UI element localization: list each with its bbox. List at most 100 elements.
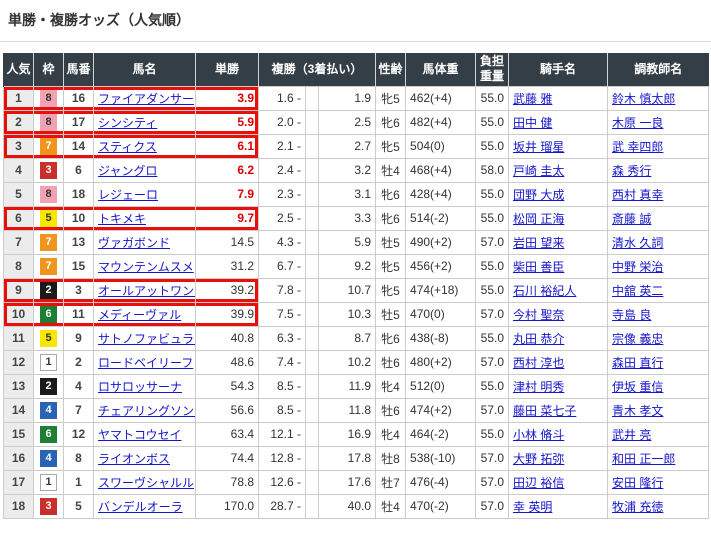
bracket-cell: 1: [34, 350, 64, 374]
trainer-link[interactable]: 牧浦 充徳: [612, 500, 663, 514]
trainer-link[interactable]: 森 秀行: [612, 164, 651, 178]
trainer-link[interactable]: 清水 久詞: [612, 236, 663, 250]
carried-weight-cell: 55.0: [476, 422, 509, 446]
place-odds-separator-cell: [306, 374, 319, 398]
jockey-link[interactable]: 岩田 望来: [513, 236, 564, 250]
horse-name-link[interactable]: メディーヴァル: [98, 308, 181, 322]
jockey-link[interactable]: 田中 健: [513, 116, 552, 130]
bracket-cell: 4: [34, 446, 64, 470]
horse-weight-cell: 456(+2): [406, 254, 476, 278]
trainer-cell: 清水 久詞: [608, 230, 709, 254]
rank-cell: 14: [4, 398, 34, 422]
carried-weight-cell: 55.0: [476, 254, 509, 278]
horse-name-link[interactable]: オールアットワンス: [98, 284, 196, 298]
jockey-link[interactable]: 今村 聖奈: [513, 308, 564, 322]
horse-name-link[interactable]: ヴァガボンド: [98, 236, 170, 250]
horse-name-link[interactable]: シンシティ: [98, 116, 157, 130]
jockey-link[interactable]: 丸田 恭介: [513, 332, 564, 346]
place-odds-low-cell: 1.6 -: [259, 86, 306, 110]
jockey-link[interactable]: 津村 明秀: [513, 380, 564, 394]
trainer-cell: 伊坂 重信: [608, 374, 709, 398]
horse-name-cell: ファイアダンサー: [94, 86, 196, 110]
horse-name-link[interactable]: スワーヴシャルル: [98, 476, 194, 490]
trainer-link[interactable]: 寺島 良: [612, 308, 651, 322]
horse-name-link[interactable]: ジャングロ: [98, 164, 157, 178]
jockey-cell: 坂井 瑠星: [509, 134, 608, 158]
bracket-badge: 7: [40, 138, 57, 155]
jockey-link[interactable]: 団野 大成: [513, 188, 564, 202]
trainer-link[interactable]: 中野 栄治: [612, 260, 663, 274]
horse-number-cell: 15: [64, 254, 94, 278]
jockey-link[interactable]: 戸崎 圭太: [513, 164, 564, 178]
trainer-link[interactable]: 武井 亮: [612, 428, 651, 442]
trainer-link[interactable]: 森田 直行: [612, 356, 663, 370]
jockey-link[interactable]: 小林 脩斗: [513, 428, 564, 442]
trainer-link[interactable]: 中舘 英二: [612, 284, 663, 298]
horse-name-link[interactable]: ヤマトコウセイ: [98, 428, 182, 442]
place-odds-high-cell: 9.2: [319, 254, 376, 278]
rank-cell: 17: [4, 470, 34, 494]
bracket-cell: 3: [34, 494, 64, 518]
jockey-link[interactable]: 藤田 菜七子: [513, 404, 576, 418]
place-odds-separator-cell: [306, 398, 319, 422]
sex-age-cell: 牡4: [376, 494, 406, 518]
horse-number-cell: 5: [64, 494, 94, 518]
trainer-link[interactable]: 武 幸四郎: [612, 140, 663, 154]
sex-age-cell: 牝5: [376, 278, 406, 302]
horse-name-cell: チェアリングソング: [94, 398, 196, 422]
horse-name-link[interactable]: スティクス: [98, 140, 157, 154]
bracket-cell: 7: [34, 134, 64, 158]
jockey-link[interactable]: 武藤 雅: [513, 92, 552, 106]
trainer-link[interactable]: 宗像 義忠: [612, 332, 663, 346]
table-row: 1324ロサロッサーナ54.38.5 -11.9牝4512(0)55.0津村 明…: [4, 374, 709, 398]
table-row: 1447チェアリングソング56.68.5 -11.8牡6474(+2)57.0藤…: [4, 398, 709, 422]
trainer-link[interactable]: 和田 正一郎: [612, 452, 675, 466]
jockey-link[interactable]: 坂井 瑠星: [513, 140, 564, 154]
trainer-link[interactable]: 安田 隆行: [612, 476, 663, 490]
trainer-link[interactable]: 木原 一良: [612, 116, 663, 130]
horse-name-cell: ヤマトコウセイ: [94, 422, 196, 446]
trainer-link[interactable]: 青木 孝文: [612, 404, 663, 418]
horse-name-link[interactable]: ライオンボス: [98, 452, 170, 466]
table-row: 1159サトノファビュラス40.86.3 -8.7牝6438(-8)55.0丸田…: [4, 326, 709, 350]
carried-weight-cell: 55.0: [476, 182, 509, 206]
jockey-link[interactable]: 松岡 正海: [513, 212, 564, 226]
table-row: 1711スワーヴシャルル78.812.6 -17.6牡7476(-4)57.0田…: [4, 470, 709, 494]
win-odds-cell: 48.6: [196, 350, 259, 374]
rank-cell: 11: [4, 326, 34, 350]
bracket-badge: 8: [40, 90, 57, 107]
jockey-link[interactable]: 大野 拓弥: [513, 452, 564, 466]
place-odds-low-cell: 2.5 -: [259, 206, 306, 230]
horse-name-cell: ヴァガボンド: [94, 230, 196, 254]
place-odds-low-cell: 12.6 -: [259, 470, 306, 494]
jockey-link[interactable]: 西村 淳也: [513, 356, 564, 370]
jockey-link[interactable]: 幸 英明: [513, 500, 552, 514]
horse-name-link[interactable]: ファイアダンサー: [98, 92, 194, 106]
trainer-cell: 宗像 義忠: [608, 326, 709, 350]
carried-weight-cell: 57.0: [476, 398, 509, 422]
horse-weight-cell: 462(+4): [406, 86, 476, 110]
trainer-link[interactable]: 鈴木 慎太郎: [612, 92, 675, 106]
horse-name-cell: オールアットワンス: [94, 278, 196, 302]
trainer-link[interactable]: 斎藤 誠: [612, 212, 651, 226]
bracket-cell: 3: [34, 158, 64, 182]
jockey-link[interactable]: 田辺 裕信: [513, 476, 564, 490]
header-rank: 人気: [4, 53, 34, 86]
horse-name-link[interactable]: マウンテンムスメ: [98, 260, 194, 274]
jockey-link[interactable]: 石川 裕紀人: [513, 284, 576, 298]
trainer-link[interactable]: 伊坂 重信: [612, 380, 663, 394]
jockey-link[interactable]: 柴田 善臣: [513, 260, 564, 274]
trainer-link[interactable]: 西村 真幸: [612, 188, 663, 202]
horse-name-link[interactable]: トキメキ: [98, 212, 146, 226]
horse-name-link[interactable]: バンデルオーラ: [98, 500, 183, 514]
rank-cell: 4: [4, 158, 34, 182]
header-horse-name: 馬名: [94, 53, 196, 86]
bracket-cell: 7: [34, 230, 64, 254]
horse-name-link[interactable]: レジェーロ: [98, 188, 158, 202]
horse-name-link[interactable]: ロサロッサーナ: [98, 380, 182, 394]
horse-name-link[interactable]: サトノファビュラス: [98, 332, 196, 346]
place-odds-separator-cell: [306, 350, 319, 374]
horse-name-link[interactable]: ロードベイリーフ: [98, 356, 193, 370]
horse-name-link[interactable]: チェアリングソング: [98, 404, 196, 418]
horse-number-cell: 12: [64, 422, 94, 446]
